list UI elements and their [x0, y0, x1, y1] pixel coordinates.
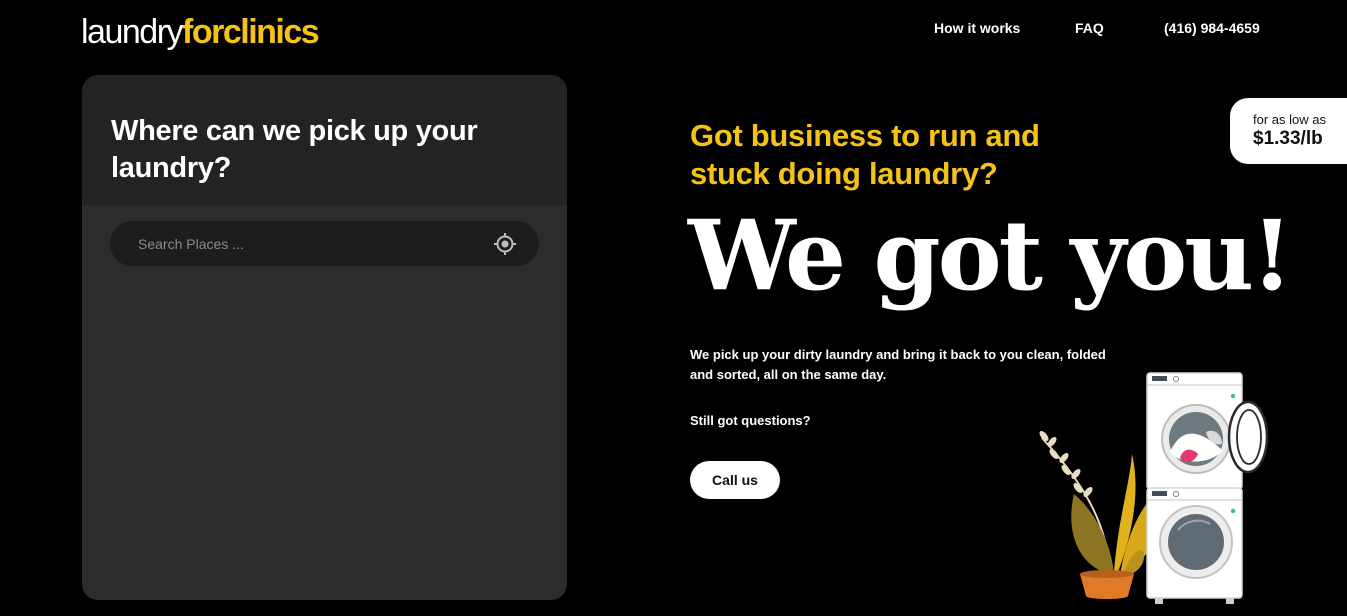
questions-text: Still got questions?: [690, 413, 811, 428]
price-badge: for as low as $1.33/lb: [1230, 98, 1347, 164]
logo-text-bold: forclinics: [182, 13, 320, 51]
pickup-panel-header: Where can we pick up your laundry?: [82, 75, 567, 205]
hero-tagline: Got business to run and stuck doing laun…: [690, 118, 1040, 191]
price-value: $1.33/lb: [1253, 128, 1323, 149]
pickup-panel-title: Where can we pick up your laundry?: [111, 115, 478, 184]
search-places-input[interactable]: [138, 221, 478, 266]
nav-faq-link[interactable]: FAQ: [1075, 20, 1104, 38]
locate-me-icon[interactable]: [492, 231, 518, 257]
price-prefix: for as low as: [1253, 112, 1326, 127]
laundry-illustration: [1030, 370, 1280, 610]
search-bar: [110, 221, 539, 266]
nav-phone-link[interactable]: (416) 984-4659: [1164, 20, 1260, 38]
call-us-button[interactable]: Call us: [690, 461, 780, 499]
nav-how-it-works-link[interactable]: How it works: [934, 20, 1020, 38]
washer-dryer-icon: [1146, 372, 1269, 604]
logo[interactable]: laundryforclinics: [81, 12, 320, 52]
pickup-search-panel: Where can we pick up your laundry?: [82, 75, 567, 600]
hero-headline: We got you!: [688, 199, 1293, 312]
logo-text-light: laundry: [81, 13, 184, 51]
